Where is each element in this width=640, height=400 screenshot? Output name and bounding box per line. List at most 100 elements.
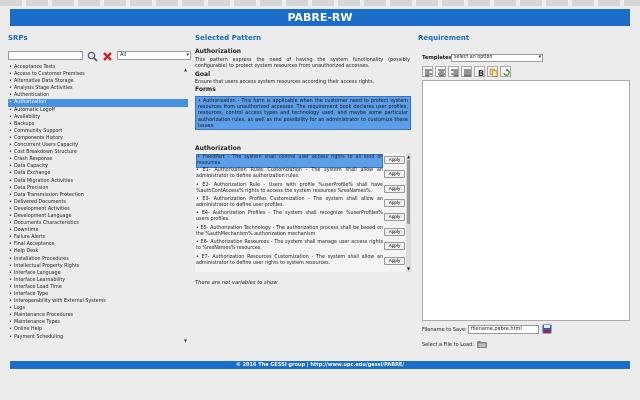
- scroll-thumb[interactable]: [407, 160, 410, 224]
- requirement-part-row[interactable]: • E1- Authorization Rules Customization …: [195, 168, 405, 182]
- srp-list-item[interactable]: • Development Activities: [8, 206, 188, 213]
- srp-list-item[interactable]: • Availability: [8, 114, 188, 121]
- requirement-parts-list: • FixedPart - The system shall control u…: [195, 153, 411, 272]
- srp-list-item-label: Access to Customer Premises: [14, 72, 85, 78]
- requirement-part-row[interactable]: • E2- Authorization Rule - Users with pr…: [195, 183, 405, 197]
- srp-list-item[interactable]: • Authorization: [8, 99, 188, 107]
- srp-search-input[interactable]: [8, 51, 83, 60]
- scroll-down-icon[interactable]: ▼: [406, 266, 411, 271]
- srp-list-item-label: Development Language: [14, 213, 72, 219]
- apply-button[interactable]: Apply: [384, 242, 405, 250]
- srp-list-item[interactable]: • Data Precision: [8, 185, 188, 192]
- srp-list-item[interactable]: • Data Transmission Protection: [8, 192, 188, 199]
- form-option-authorization[interactable]: • Authorization - This form is applicabl…: [195, 96, 411, 130]
- srp-list-item[interactable]: • Data Capacity: [8, 163, 188, 170]
- align-right-icon: [451, 69, 458, 77]
- align-center-button[interactable]: [435, 66, 446, 77]
- requirement-part-row[interactable]: • E7- Authorization Resources Customizat…: [195, 255, 405, 269]
- srp-filter-value: All: [120, 52, 127, 58]
- apply-button[interactable]: Apply: [384, 170, 405, 178]
- apply-button[interactable]: Apply: [384, 156, 405, 164]
- srp-list-item-label: Failure Alerts: [14, 235, 46, 241]
- srp-list-item[interactable]: • Maintenance Procedures: [8, 312, 188, 319]
- srp-list-item[interactable]: • Authentication: [8, 92, 188, 99]
- requirement-part-row[interactable]: • E5- Authorization Technology - The aut…: [195, 226, 405, 240]
- srp-list-item[interactable]: • Data Migration Activities: [8, 178, 188, 185]
- srp-list-item[interactable]: • Cost Breakdown Structure: [8, 149, 188, 156]
- srp-list-item[interactable]: • Logs: [8, 305, 188, 312]
- srp-list-scrollbar[interactable]: ▲ ▼: [183, 64, 188, 345]
- goal-text: Ensure that users access system resource…: [195, 79, 375, 85]
- srp-list-item[interactable]: • Interface Type: [8, 291, 188, 298]
- srp-list-item[interactable]: • Interoperability with External Systems: [8, 298, 188, 305]
- search-icon: [87, 51, 98, 62]
- srp-list-item[interactable]: • Backups: [8, 121, 188, 128]
- search-button[interactable]: [87, 50, 98, 62]
- copy-button[interactable]: [487, 66, 498, 77]
- filename-input[interactable]: filename.pabre.html: [468, 325, 539, 334]
- clear-search-button[interactable]: [102, 50, 113, 61]
- srp-list-item[interactable]: • Alternative Data Storage: [8, 78, 188, 85]
- srp-list-item[interactable]: • Interface Load Time: [8, 284, 188, 291]
- apply-button[interactable]: Apply: [384, 228, 405, 236]
- srp-list-item[interactable]: • Development Language: [8, 213, 188, 220]
- srp-list-item-label: Data Transmission Protection: [14, 192, 84, 198]
- srp-list[interactable]: • Acceptance Tests • Access to Customer Pre…: [8, 64, 188, 345]
- requirement-list-scrollbar[interactable]: ▲ ▼: [406, 153, 411, 272]
- apply-button[interactable]: Apply: [384, 213, 405, 221]
- srp-list-item-label: Development Activities: [14, 206, 70, 212]
- requirement-part-row[interactable]: • E6- Authorization Resources - The syst…: [195, 240, 405, 254]
- pattern-name: Authorization: [195, 48, 242, 55]
- srp-list-item[interactable]: • Interface Language: [8, 270, 188, 277]
- bold-icon: B: [478, 69, 484, 77]
- requirement-editor[interactable]: [422, 80, 630, 321]
- srp-list-item[interactable]: • Delivered Documents: [8, 199, 188, 206]
- apply-button[interactable]: Apply: [384, 199, 405, 207]
- requirement-part-row[interactable]: • FixedPart - The system shall control u…: [195, 154, 405, 168]
- srp-list-item[interactable]: • Installation Procedures: [8, 256, 188, 263]
- srp-list-item[interactable]: • Maintenance Types: [8, 319, 188, 326]
- requirement-part-row[interactable]: • E4- Authorization Profiles - The syste…: [195, 211, 405, 225]
- srp-list-item-label: Availability: [14, 114, 41, 120]
- srp-list-item[interactable]: • Help Desk: [8, 248, 188, 255]
- scroll-up-icon[interactable]: ▲: [406, 154, 411, 159]
- srp-list-item[interactable]: • Documents Characteristics: [8, 220, 188, 227]
- apply-button[interactable]: Apply: [384, 185, 405, 193]
- apply-button[interactable]: Apply: [384, 257, 405, 265]
- refresh-button[interactable]: [500, 66, 511, 77]
- srp-list-item[interactable]: • Data Exchange: [8, 170, 188, 177]
- srp-filter-select[interactable]: All ▾: [117, 51, 191, 60]
- srp-list-item[interactable]: • Components History: [8, 135, 188, 142]
- requirement-part-text: • E6- Authorization Resources - The syst…: [196, 240, 383, 251]
- srp-list-item[interactable]: • Access to Customer Premises: [8, 71, 188, 78]
- scroll-up-icon[interactable]: ▲: [183, 67, 188, 72]
- requirement-part-text: • E1- Authorization Rules Customization …: [196, 168, 383, 179]
- scroll-down-icon[interactable]: ▼: [183, 338, 188, 343]
- srp-list-item-label: Authorization: [14, 100, 47, 106]
- srp-list-item[interactable]: • Automatic Logoff: [8, 107, 188, 114]
- save-button[interactable]: [542, 324, 552, 334]
- srp-list-item[interactable]: • Analysis Stage Activities: [8, 85, 188, 92]
- align-right-button[interactable]: [448, 66, 459, 77]
- align-justify-button[interactable]: [461, 66, 472, 77]
- srp-list-item[interactable]: • Interface Learnability: [8, 277, 188, 284]
- template-select[interactable]: select an option ▾: [451, 54, 543, 62]
- srp-list-item[interactable]: • Intellectual Property Rights: [8, 263, 188, 270]
- requirement-part-text: • FixedPart - The system shall control u…: [196, 154, 383, 168]
- align-left-button[interactable]: [422, 66, 433, 77]
- srp-list-item-label: Cost Breakdown Structure: [14, 150, 77, 156]
- srp-list-item[interactable]: • Failure Alerts: [8, 234, 188, 241]
- requirement-part-text: • E2- Authorization Rule - Users with pr…: [196, 183, 383, 194]
- srp-list-item[interactable]: • Final Acceptance: [8, 241, 188, 248]
- requirement-part-row[interactable]: • E3- Authorization Profiles Customizati…: [195, 197, 405, 211]
- srp-list-item[interactable]: • Payment Scheduling: [8, 334, 188, 341]
- srp-list-item[interactable]: • Crash Response: [8, 156, 188, 163]
- load-file-button[interactable]: [477, 339, 487, 349]
- srp-list-item[interactable]: • Concurrent Users Capacity: [8, 142, 188, 149]
- bold-button[interactable]: B: [474, 66, 485, 77]
- srp-list-item-label: Maintenance Types: [14, 320, 60, 326]
- srp-list-item[interactable]: • Acceptance Tests: [8, 64, 188, 71]
- srp-list-item[interactable]: • Online Help: [8, 326, 188, 333]
- srp-list-item[interactable]: • Downtime: [8, 227, 188, 234]
- srp-list-item[interactable]: • Community Support: [8, 128, 188, 135]
